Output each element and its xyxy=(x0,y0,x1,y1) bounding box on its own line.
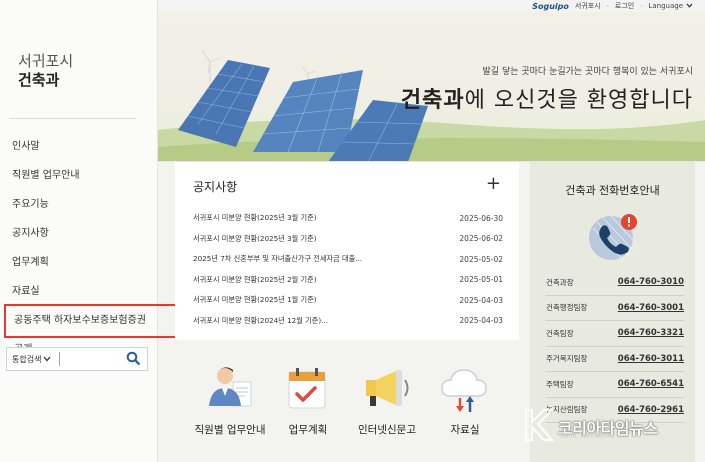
phone-row-label: 건축팀장 xyxy=(546,328,574,338)
search-input[interactable] xyxy=(60,349,122,369)
phone-row-label: 주택팀장 xyxy=(546,379,574,389)
phone-row-number[interactable]: 064-760-3010 xyxy=(618,277,684,287)
quick-link-label: 업무계획 xyxy=(288,424,328,436)
sidebar-item-notices[interactable]: 공지사항 xyxy=(0,219,158,248)
phone-row-label: 건축행정팀장 xyxy=(546,303,588,313)
login-link[interactable]: 로그인 xyxy=(615,1,634,11)
separator-dot: · xyxy=(640,2,643,10)
quick-link-work-plan[interactable]: 업무계획 xyxy=(263,362,353,436)
dept-name: 건축과 xyxy=(18,71,60,89)
notice-item-title: 2025년 7차 신혼부부 및 자녀출산가구 전세자금 대출... xyxy=(193,254,363,264)
notice-title: 공지사항 xyxy=(193,180,238,194)
notice-item[interactable]: 2025년 7차 신혼부부 및 자녀출산가구 전세자금 대출... 2025-05… xyxy=(193,249,503,270)
sidebar-item-main-functions[interactable]: 주요기능 xyxy=(0,190,158,219)
notice-item-title: 서귀포시 미분양 현황(2025년 3월 기준) xyxy=(193,213,317,223)
k-logo-icon xyxy=(522,408,555,446)
phone-row-number[interactable]: 064-760-6541 xyxy=(618,379,684,389)
phone-row-number[interactable]: 064-760-3011 xyxy=(618,354,684,364)
notice-panel: 공지사항 + 서귀포시 미분양 현황(2025년 3월 기준) 2025-06-3… xyxy=(175,162,519,340)
notice-item-date: 2025-04-03 xyxy=(459,295,503,305)
language-label: Language xyxy=(648,2,683,10)
phone-row: 주택팀장 064-760-6541 xyxy=(546,372,684,398)
notice-more-button[interactable]: + xyxy=(486,175,501,193)
phone-row: 건축과장 064-760-3010 xyxy=(546,270,684,296)
quick-link-staff-duties[interactable]: 직원별 업무안내 xyxy=(185,362,275,436)
quick-link-archive[interactable]: 자료실 xyxy=(420,362,510,436)
phone-list: 건축과장 064-760-3010 건축행정팀장 064-760-3001 건축팀장… xyxy=(546,270,684,423)
notice-item-title: 서귀포시 미분양 현황(2025년 2월 기준) xyxy=(193,274,317,284)
quick-link-sinmungo[interactable]: 인터넷신문고 xyxy=(342,362,432,436)
notice-list: 서귀포시 미분양 현황(2025년 3월 기준) 2025-06-30 서귀포시 … xyxy=(193,208,503,331)
notice-item[interactable]: 서귀포시 미분양 현황(2025년 2월 기준) 2025-05-01 xyxy=(193,270,503,291)
sidebar-search: 통합검색 xyxy=(6,347,148,371)
top-utility-bar: Soguipo 서귀포시 · 로그인 · Language xyxy=(532,0,693,12)
language-menu[interactable]: Language xyxy=(648,2,693,10)
city-name: 서귀포시 xyxy=(574,2,601,10)
cloud-transfer-icon xyxy=(438,369,492,420)
sidebar-item-greeting[interactable]: 인사말 xyxy=(0,132,158,161)
news-watermark: 코리아타임뉴스 Korea Time News xyxy=(522,408,658,446)
notice-item[interactable]: 서귀포시 미분양 현황(2025년 1월 기준) 2025-04-03 xyxy=(193,290,503,311)
quick-link-label: 인터넷신문고 xyxy=(358,424,416,436)
sidebar: 서귀포시 건축과 인사말 직원별 업무안내 주요기능 공지사항 업무계획 자료실… xyxy=(0,0,158,462)
highlight-annotation xyxy=(4,304,178,338)
phone-row: 건축행정팀장 064-760-3001 xyxy=(546,296,684,321)
notice-item-date: 2025-05-02 xyxy=(459,254,503,264)
hero-welcome: 건축과에 오신것을 환영합니다 xyxy=(401,82,693,114)
phone-row: 건축팀장 064-760-3321 xyxy=(546,321,684,347)
sidebar-divider xyxy=(10,118,136,119)
quick-link-label: 직원별 업무안내 xyxy=(194,424,266,436)
hero-welcome-dept: 건축과 xyxy=(400,88,465,113)
phone-row-label: 건축과장 xyxy=(546,277,574,287)
notice-item[interactable]: 서귀포시 미분양 현황(2025년 3월 기준) 2025-06-30 xyxy=(193,208,503,229)
notice-item-title: 서귀포시 미분양 현황(2025년 3월 기준) xyxy=(193,233,317,243)
department-title[interactable]: 서귀포시 건축과 xyxy=(18,52,73,90)
notice-item-title: 서귀포시 미분양 현황(2024년 12월 기준)... xyxy=(193,315,329,325)
phone-row-label: 주거복지팀장 xyxy=(546,354,588,364)
phone-directory-title: 건축과 전화번호안내 xyxy=(565,184,660,197)
notice-item-title: 서귀포시 미분양 현황(2025년 1월 기준) xyxy=(193,295,317,305)
hero-slogan: 발길 닿는 곳마다 눈길가는 곳마다 행복이 있는 서귀포시 xyxy=(482,67,693,77)
notice-item-date: 2025-06-02 xyxy=(459,234,503,244)
staff-icon xyxy=(203,367,257,420)
sidebar-item-archive[interactable]: 자료실 xyxy=(0,277,158,306)
dept-city: 서귀포시 xyxy=(18,52,74,70)
search-scope-select[interactable]: 통합검색 xyxy=(7,354,59,365)
calendar-check-icon xyxy=(281,368,335,420)
hero-welcome-text: 에 오신것을 환영합니다 xyxy=(464,88,693,113)
notice-item-date: 2025-06-30 xyxy=(459,213,503,223)
watermark-subtext: Korea Time News xyxy=(560,432,612,439)
search-scope-label: 통합검색 xyxy=(12,354,42,364)
city-logo[interactable]: Soguipo xyxy=(532,2,569,11)
chevron-down-icon xyxy=(686,2,693,10)
hero-banner: 발길 닿는 곳마다 눈길가는 곳마다 행복이 있는 서귀포시 건축과에 오신것을… xyxy=(158,12,705,162)
quick-link-label: 자료실 xyxy=(450,424,480,436)
notice-item[interactable]: 서귀포시 미분양 현황(2024년 12월 기준)... 2025-04-03 xyxy=(193,311,503,332)
chevron-down-icon xyxy=(43,355,51,364)
phone-row-number[interactable]: 064-760-3001 xyxy=(618,303,684,313)
notice-item[interactable]: 서귀포시 미분양 현황(2025년 3월 기준) 2025-06-02 xyxy=(193,229,503,250)
sidebar-item-staff-duties[interactable]: 직원별 업무안내 xyxy=(0,161,158,190)
separator-dot: · xyxy=(606,2,609,10)
megaphone-icon xyxy=(360,370,414,420)
notice-item-date: 2025-05-01 xyxy=(459,275,503,285)
sidebar-item-work-plan[interactable]: 업무계획 xyxy=(0,248,158,277)
phone-row: 주거복지팀장 064-760-3011 xyxy=(546,347,684,372)
search-button[interactable] xyxy=(122,348,144,370)
search-icon xyxy=(126,350,140,369)
notice-item-date: 2025-04-03 xyxy=(459,316,503,326)
phone-icon xyxy=(585,208,641,268)
phone-row-number[interactable]: 064-760-3321 xyxy=(618,328,684,338)
